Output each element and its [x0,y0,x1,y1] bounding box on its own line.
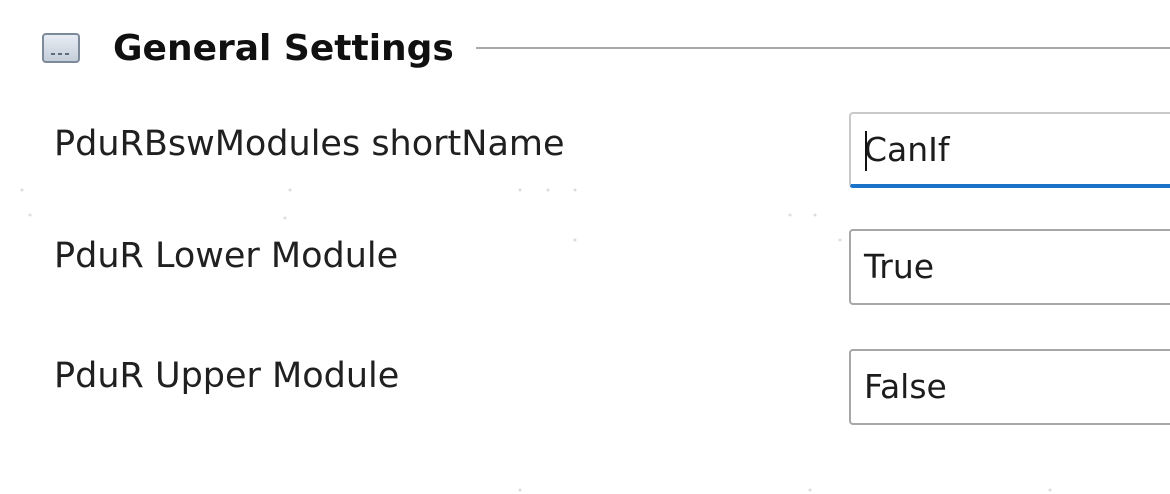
field-label-upper-module: PduR Upper Module [54,356,400,396]
field-label-lower-module: PduR Lower Module [54,236,399,276]
upper-module-select-value: False [864,367,947,406]
text-caret [865,131,867,171]
field-label-shortname: PduRBswModules shortName [54,124,565,164]
collapse-icon[interactable] [42,33,80,63]
shortname-input[interactable]: CanIf [849,112,1170,188]
upper-module-select[interactable]: False [849,349,1170,425]
section-divider [476,47,1170,49]
shortname-input-value: CanIf [864,130,950,169]
lower-module-select-value: True [864,247,935,286]
general-settings-panel: General Settings PduRBswModules shortNam… [0,0,1170,494]
lower-module-select[interactable]: True [849,229,1170,305]
section-title: General Settings [113,28,454,69]
